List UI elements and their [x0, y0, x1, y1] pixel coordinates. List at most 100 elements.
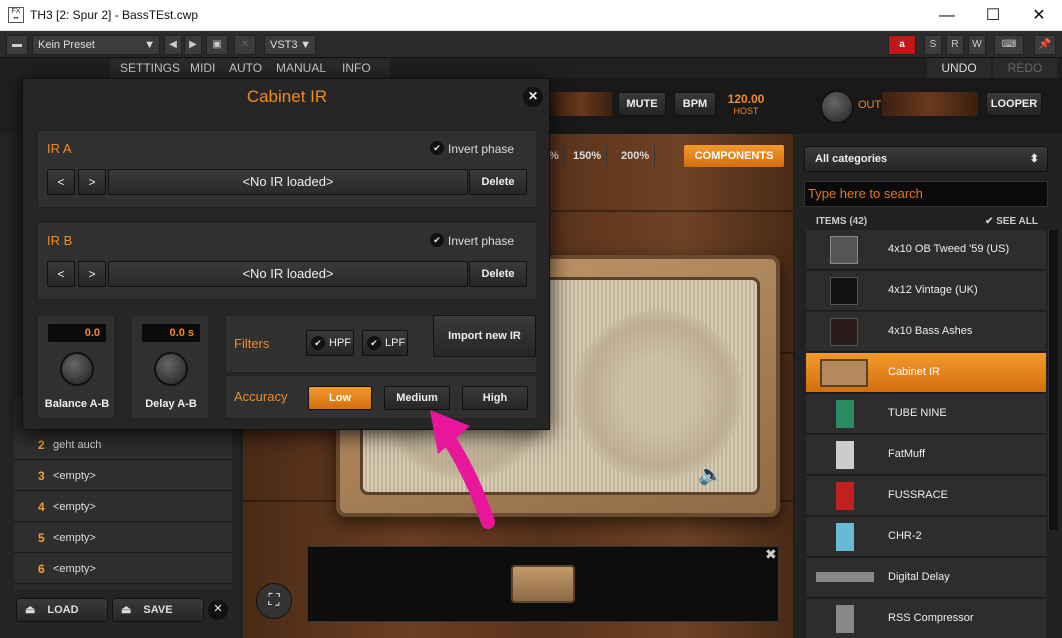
- category-select[interactable]: All categories ⬍: [804, 146, 1048, 172]
- pedal-thumb: [836, 605, 854, 633]
- cabinet-thumbnail[interactable]: [511, 565, 575, 603]
- menu-settings[interactable]: SETTINGS: [114, 58, 186, 78]
- balance-knob[interactable]: [60, 352, 94, 386]
- keyboard-icon[interactable]: ⌨: [994, 35, 1024, 55]
- list-item[interactable]: CHR-2: [806, 517, 1046, 557]
- preset-name: <empty>: [53, 501, 96, 513]
- ir-b-label: IR B: [47, 233, 73, 248]
- mute-button[interactable]: MUTE: [618, 92, 666, 116]
- search-input[interactable]: Type here to search: [804, 181, 1048, 207]
- accuracy-low-button[interactable]: Low: [308, 386, 372, 410]
- list-item[interactable]: FatMuff: [806, 435, 1046, 475]
- preset-number: 2: [38, 438, 45, 452]
- ir-a-label: IR A: [47, 141, 72, 156]
- cabinet-thumb: [830, 318, 858, 346]
- automation-icon[interactable]: a: [888, 35, 916, 55]
- ir-b-delete-button[interactable]: Delete: [469, 261, 527, 287]
- ir-a-prev-button[interactable]: <: [47, 169, 75, 195]
- save-label: SAVE: [143, 604, 173, 616]
- r-button[interactable]: R: [946, 35, 964, 55]
- save-preset-icon[interactable]: ▣: [206, 35, 228, 55]
- list-item[interactable]: 4 <empty>: [14, 492, 232, 522]
- browser-scrollbar[interactable]: [1048, 230, 1058, 530]
- list-item[interactable]: TUBE NINE: [806, 394, 1046, 434]
- w-button[interactable]: W: [968, 35, 986, 55]
- wood-strip-2: [882, 92, 978, 116]
- menu-icon[interactable]: ▬: [6, 35, 28, 55]
- list-item[interactable]: 2 geht auch: [14, 430, 232, 460]
- next-preset-icon[interactable]: ▶: [184, 35, 202, 55]
- ir-a-file-display[interactable]: <No IR loaded>: [108, 169, 468, 195]
- invert-label: Invert phase: [448, 142, 515, 156]
- redo-button[interactable]: REDO: [993, 58, 1057, 78]
- hpf-toggle[interactable]: ✔ HPF: [306, 330, 354, 356]
- item-label: 4x10 OB Tweed '59 (US): [888, 243, 1010, 255]
- list-item[interactable]: 6 <empty>: [14, 554, 232, 584]
- pedal-thumb: [836, 441, 854, 469]
- menu-midi[interactable]: MIDI: [184, 58, 221, 78]
- item-label: TUBE NINE: [888, 407, 947, 419]
- list-item[interactable]: RSS Compressor: [806, 599, 1046, 638]
- lpf-toggle[interactable]: ✔ LPF: [362, 330, 408, 356]
- dialog-title: Cabinet IR: [246, 87, 328, 106]
- undo-button[interactable]: UNDO: [927, 58, 991, 78]
- cabinet-thumb: [820, 359, 868, 387]
- pin-icon[interactable]: 📌: [1034, 35, 1056, 55]
- delay-knob[interactable]: [154, 352, 188, 386]
- menu-info[interactable]: INFO: [336, 58, 377, 78]
- lpf-label: LPF: [385, 337, 406, 349]
- signal-chain-icon[interactable]: ⛶: [256, 583, 292, 619]
- items-header: ITEMS (42) ✔ SEE ALL: [816, 216, 1046, 230]
- pedal-thumb: [836, 523, 854, 551]
- ir-b-next-button[interactable]: >: [78, 261, 106, 287]
- wood-strip: [550, 92, 612, 116]
- list-item-selected[interactable]: Cabinet IR: [806, 353, 1046, 393]
- load-button[interactable]: ⏏ LOAD: [16, 598, 108, 622]
- load-label: LOAD: [47, 604, 79, 616]
- dialog-close-icon[interactable]: ✕: [523, 87, 543, 107]
- rack-thumb: [816, 572, 874, 582]
- ir-a-next-button[interactable]: >: [78, 169, 106, 195]
- menu-manual[interactable]: MANUAL: [270, 58, 332, 78]
- ir-a-delete-button[interactable]: Delete: [469, 169, 527, 195]
- zoom-150[interactable]: 150%: [568, 145, 608, 167]
- bpm-button[interactable]: BPM: [674, 92, 716, 116]
- maximize-button[interactable]: ☐: [970, 0, 1016, 31]
- looper-button[interactable]: LOOPER: [986, 92, 1042, 116]
- close-presets-icon[interactable]: ✕: [208, 600, 228, 620]
- list-item[interactable]: 4x12 Vintage (UK): [806, 271, 1046, 311]
- list-item[interactable]: Digital Delay: [806, 558, 1046, 598]
- balance-label: Balance A-B: [44, 398, 110, 410]
- components-button[interactable]: COMPONENTS: [684, 145, 784, 167]
- speaker-icon[interactable]: 🔈: [698, 462, 726, 488]
- ir-b-prev-button[interactable]: <: [47, 261, 75, 287]
- annotation-arrow: [430, 410, 495, 529]
- ir-b-file-display[interactable]: <No IR loaded>: [108, 261, 468, 287]
- list-item[interactable]: 4x10 OB Tweed '59 (US): [806, 230, 1046, 270]
- updown-icon: ⬍: [1029, 153, 1039, 165]
- top-controls: MUTE BPM 120.00 HOST OUT LOOPER: [550, 78, 1062, 134]
- zoom-200[interactable]: 200%: [616, 145, 656, 167]
- list-item[interactable]: 5 <empty>: [14, 523, 232, 553]
- plugin-format-select[interactable]: VST3 ▼: [264, 35, 316, 55]
- window-titlebar: FX ▪▪ TH3 [2: Spur 2] - BassTEst.cwp — ☐ …: [0, 0, 1062, 31]
- import-ir-button[interactable]: Import new IR: [433, 315, 536, 357]
- preset-select[interactable]: Kein Preset ▼: [32, 35, 160, 55]
- list-item[interactable]: 3 <empty>: [14, 461, 232, 491]
- close-preview-icon[interactable]: ✖: [765, 546, 777, 563]
- menu-auto[interactable]: AUTO: [223, 58, 268, 78]
- output-knob[interactable]: [820, 90, 854, 124]
- balance-control: 0.0 Balance A-B: [37, 315, 115, 419]
- list-item[interactable]: FUSSRACE: [806, 476, 1046, 516]
- see-all-toggle[interactable]: ✔ SEE ALL: [985, 216, 1038, 227]
- save-icon: ⏏: [121, 604, 132, 616]
- minimize-button[interactable]: —: [924, 0, 970, 31]
- prev-preset-icon[interactable]: ◀: [164, 35, 182, 55]
- save-button[interactable]: ⏏ SAVE: [112, 598, 204, 622]
- host-toolbar: ▬ Kein Preset ▼ ◀ ▶ ▣ ✕ VST3 ▼ a S R W ⌨ 📌: [0, 31, 1062, 58]
- close-button[interactable]: ✕: [1016, 0, 1062, 31]
- delete-preset-icon[interactable]: ✕: [234, 35, 256, 55]
- list-item[interactable]: 4x10 Bass Ashes: [806, 312, 1046, 352]
- s-button[interactable]: S: [924, 35, 942, 55]
- delay-value: 0.0 s: [142, 324, 200, 342]
